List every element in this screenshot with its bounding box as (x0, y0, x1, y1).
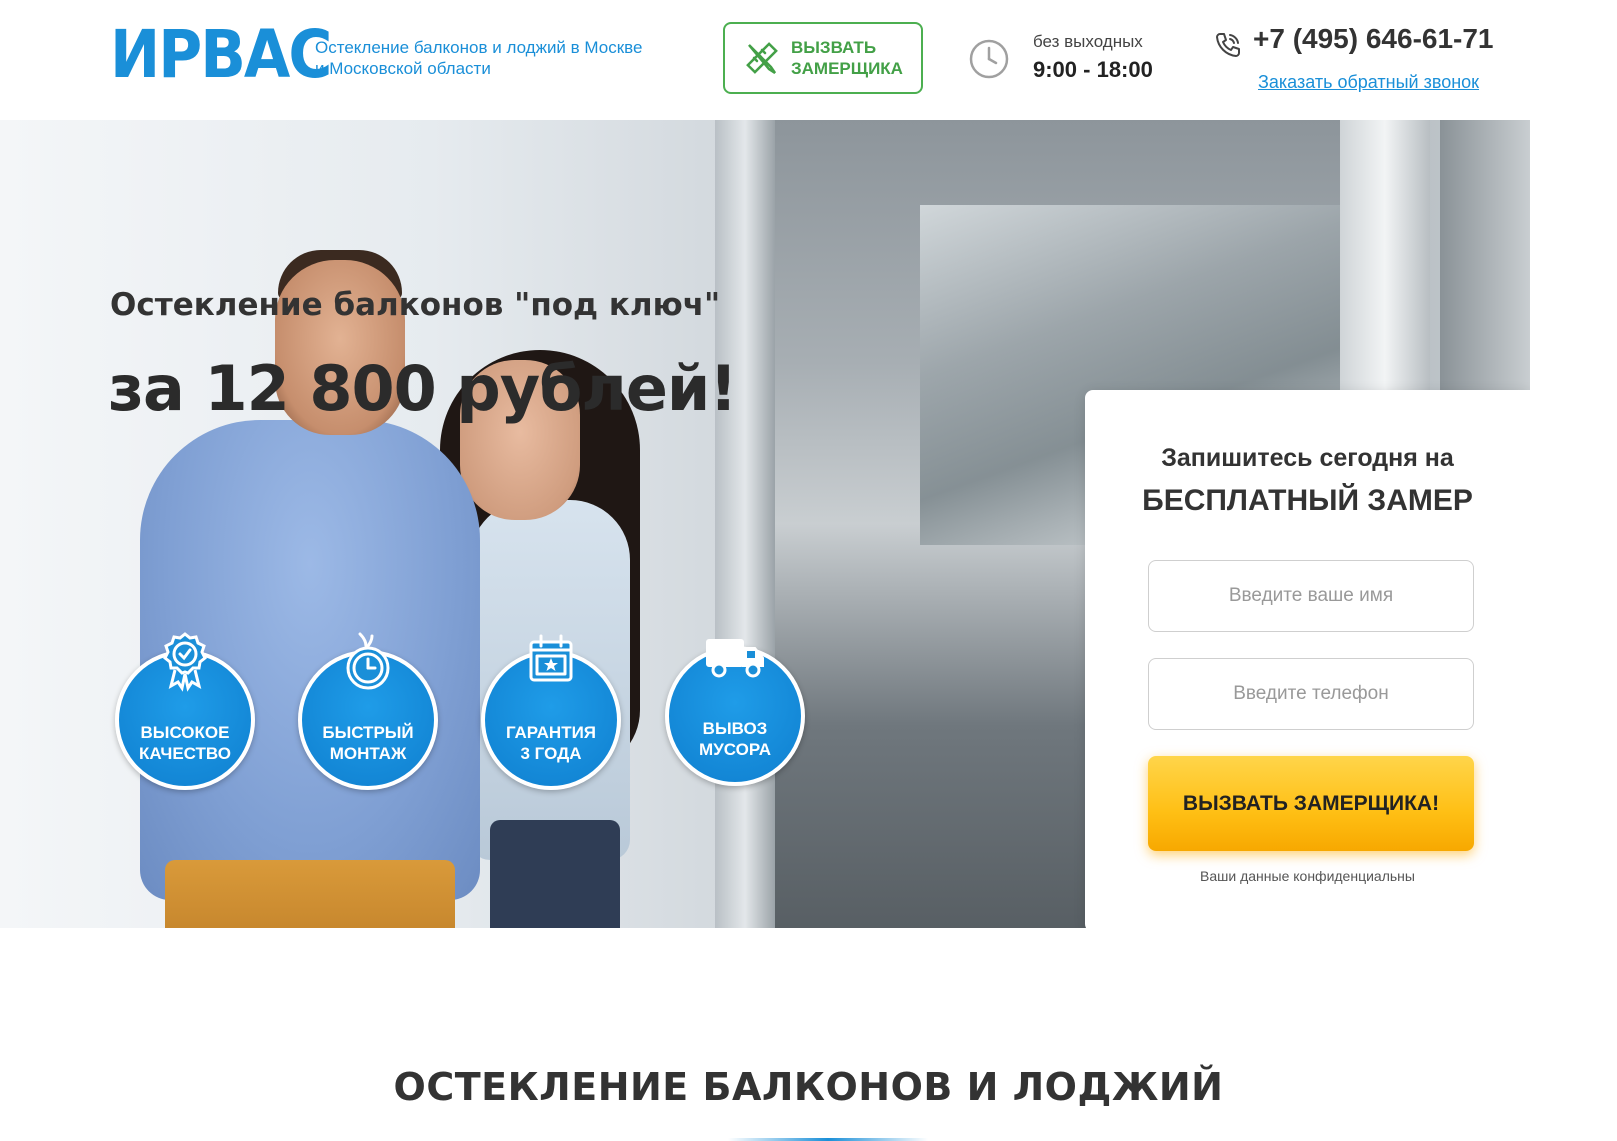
feature-warranty-line-2: 3 ГОДА (520, 744, 582, 763)
feature-warranty-label: ГАРАНТИЯ 3 ГОДА (506, 722, 596, 764)
truck-icon (703, 624, 767, 688)
phone-icon (1213, 30, 1243, 60)
site-header: ИРВАС Остекление балконов и лоджий в Мос… (0, 0, 1617, 120)
badge-check-icon (153, 628, 217, 692)
hero-title: за 12 800 рублей! (108, 352, 738, 425)
feature-debris-line-2: МУСОРА (699, 740, 771, 759)
feature-quality-line-1: ВЫСОКОЕ (140, 723, 230, 742)
working-hours: 9:00 - 18:00 (1033, 57, 1153, 82)
feature-quality-line-2: КАЧЕСТВО (139, 744, 231, 763)
feature-warranty-line-1: ГАРАНТИЯ (505, 723, 597, 742)
clock-icon (968, 38, 1010, 80)
privacy-note: Ваши данные конфиденциальны (1200, 868, 1415, 884)
name-input[interactable] (1148, 560, 1474, 632)
tagline: Остекление балконов и лоджий в Москве и … (315, 37, 695, 79)
call-measurer-header-button[interactable]: ВЫЗВАТЬ ЗАМЕРЩИКА (723, 22, 923, 94)
feature-fast-install-label: БЫСТРЫЙ МОНТАЖ (322, 722, 413, 764)
tagline-line-2: и Московской области (315, 59, 491, 78)
form-title-line-1: Запишитесь сегодня на (1161, 444, 1454, 472)
call-button-line-1: ВЫЗВАТЬ (791, 38, 877, 57)
ruler-pencil-icon (739, 35, 785, 81)
hero-section: Остекление балконов "под ключ" за 12 800… (0, 120, 1530, 928)
feature-fast-install-line-2: МОНТАЖ (329, 744, 407, 763)
section-title: ОСТЕКЛЕНИЕ БАЛКОНОВ И ЛОДЖИЙ (393, 1065, 1224, 1109)
feature-fast-install-line-1: БЫСТРЫЙ (322, 723, 414, 742)
call-measurer-header-label: ВЫЗВАТЬ ЗАМЕРЩИКА (791, 37, 903, 79)
free-measurement-form: Запишитесь сегодня на БЕСПЛАТНЫЙ ЗАМЕР В… (1085, 390, 1530, 928)
feature-debris-line-1: ВЫВОЗ (702, 719, 768, 738)
calendar-star-icon (519, 628, 583, 692)
call-button-line-2: ЗАМЕРЩИКА (791, 59, 903, 78)
working-days-label: без выходных (1033, 32, 1143, 51)
phone-input[interactable] (1148, 658, 1474, 730)
feature-debris-removal: ВЫВОЗ МУСОРА (665, 639, 805, 786)
logo[interactable]: ИРВАС (110, 22, 332, 88)
hero-window-frame (715, 120, 775, 928)
feature-badges: ВЫСОКОЕ КАЧЕСТВО БЫСТРЫЙ МОНТАЖ ГАРАНТИЯ… (115, 620, 835, 800)
feature-debris-removal-label: ВЫВОЗ МУСОРА (699, 718, 771, 760)
callback-link[interactable]: Заказать обратный звонок (1258, 72, 1479, 93)
stopwatch-icon (336, 628, 400, 692)
feature-quality-label: ВЫСОКОЕ КАЧЕСТВО (139, 722, 231, 764)
form-title-line-2: БЕСПЛАТНЫЙ ЗАМЕР (1142, 484, 1473, 517)
tagline-line-1: Остекление балконов и лоджий в Москве (315, 38, 643, 57)
call-measurer-submit-button[interactable]: ВЫЗВАТЬ ЗАМЕРЩИКА! (1148, 756, 1474, 851)
phone-number[interactable]: +7 (495) 646-61-71 (1253, 23, 1494, 55)
feature-quality: ВЫСОКОЕ КАЧЕСТВО (115, 632, 255, 790)
man-pants (165, 860, 455, 928)
hero-subtitle: Остекление балконов "под ключ" (110, 287, 721, 323)
feature-warranty: ГАРАНТИЯ 3 ГОДА (481, 634, 621, 790)
woman-jeans (490, 820, 620, 928)
feature-fast-install: БЫСТРЫЙ МОНТАЖ (298, 632, 438, 790)
